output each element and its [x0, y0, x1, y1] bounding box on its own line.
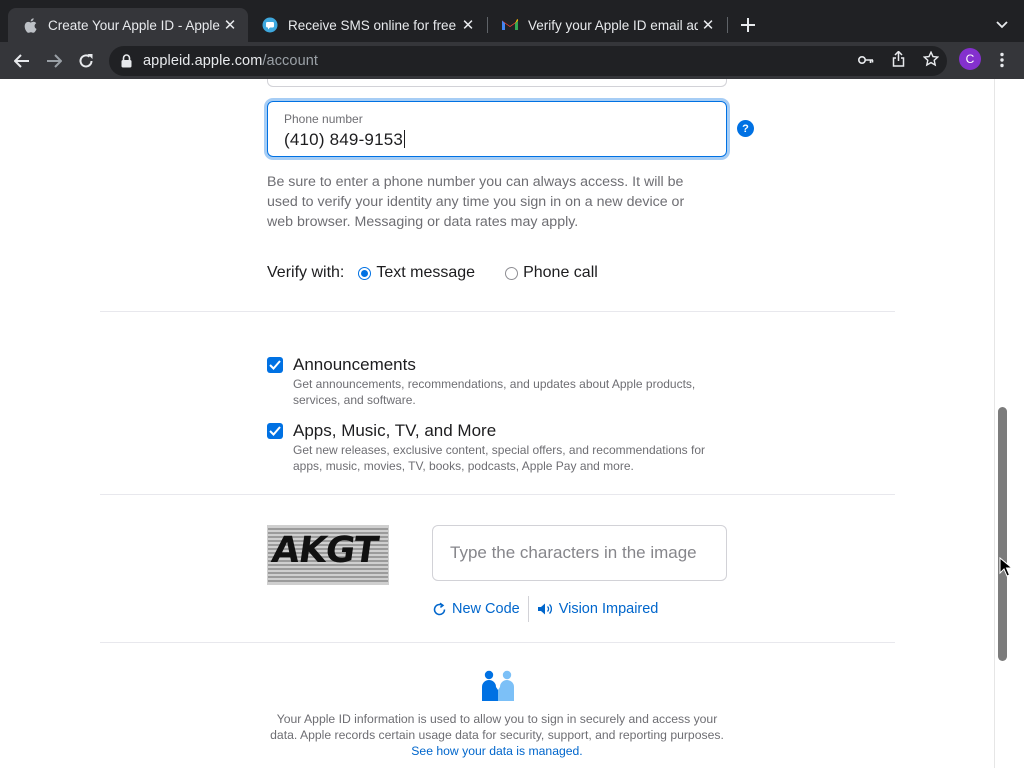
gmail-icon — [502, 17, 518, 33]
close-tab-icon[interactable]: ✕ — [458, 15, 478, 35]
apps-music-tv-checkbox[interactable] — [267, 423, 283, 439]
omnibox-actions — [857, 46, 940, 76]
refresh-icon — [433, 602, 446, 615]
radio-selected-icon[interactable] — [358, 266, 372, 280]
new-tab-icon[interactable] — [737, 14, 759, 36]
reload-icon[interactable] — [73, 48, 99, 74]
password-key-icon[interactable] — [857, 52, 874, 70]
profile-avatar[interactable]: C — [959, 48, 981, 70]
captcha-image: AKGT — [267, 525, 389, 585]
close-tab-icon[interactable]: ✕ — [220, 15, 240, 35]
close-tab-icon[interactable]: ✕ — [698, 15, 718, 35]
privacy-notice: Your Apple ID information is used to all… — [270, 711, 724, 759]
tab-title: Create Your Apple ID - Apple — [48, 17, 220, 33]
checkmark-icon — [269, 426, 281, 436]
data-management-link[interactable]: See how your data is managed. — [411, 744, 582, 758]
url-path: /account — [262, 53, 319, 69]
tab-search-chevron-icon[interactable] — [992, 14, 1012, 36]
radio-phone-call[interactable]: Phone call — [505, 264, 598, 282]
checkmark-icon — [269, 360, 281, 370]
verify-with-row: Verify with: Text message Phone call — [267, 262, 598, 284]
radio-text-message-label[interactable]: Text message — [376, 264, 475, 282]
tab-strip: Create Your Apple ID - Apple ✕ Receive S… — [0, 0, 1024, 42]
mouse-cursor-icon — [999, 557, 1011, 577]
new-code-label[interactable]: New Code — [452, 601, 520, 617]
tab-create-apple-id[interactable]: Create Your Apple ID - Apple ✕ — [8, 8, 248, 42]
phone-number-label: Phone number — [284, 112, 363, 126]
section-divider — [100, 642, 895, 643]
browser-chrome: Create Your Apple ID - Apple ✕ Receive S… — [0, 0, 1024, 79]
link-separator — [527, 596, 529, 622]
radio-unselected-icon[interactable] — [505, 266, 519, 280]
captcha-input[interactable] — [450, 543, 726, 563]
forward-icon[interactable] — [41, 48, 67, 74]
data-privacy-handshake-icon — [482, 670, 514, 701]
tab-verify-email[interactable]: Verify your Apple ID email addr ✕ — [488, 8, 726, 42]
tab-separator — [727, 17, 728, 33]
phone-number-value: (410) 849-9153 — [284, 130, 404, 149]
radio-phone-call-label[interactable]: Phone call — [523, 264, 598, 282]
captcha-field[interactable] — [432, 525, 727, 581]
tab-title: Receive SMS online for free | T — [288, 17, 458, 33]
url-host: appleid.apple.com — [143, 53, 263, 69]
announcements-label[interactable]: Announcements — [293, 355, 416, 375]
tab-title: Verify your Apple ID email addr — [528, 17, 698, 33]
apps-music-tv-label[interactable]: Apps, Music, TV, and More — [293, 421, 496, 441]
radio-text-message[interactable]: Text message — [358, 264, 475, 282]
url-text: appleid.apple.com/account — [143, 53, 318, 69]
apps-music-tv-description: Get new releases, exclusive content, spe… — [293, 443, 705, 473]
address-bar[interactable]: appleid.apple.com/account — [109, 46, 947, 76]
previous-field-edge[interactable] — [267, 79, 727, 87]
vision-impaired-link[interactable]: Vision Impaired — [537, 601, 659, 617]
share-icon[interactable] — [892, 49, 905, 72]
phone-number-value-wrap: (410) 849-9153 — [284, 130, 406, 150]
announcements-checkbox[interactable] — [267, 357, 283, 373]
back-icon[interactable] — [9, 48, 35, 74]
browser-menu-icon[interactable] — [994, 50, 1010, 70]
sms-site-icon — [262, 17, 278, 33]
scrollbar-thumb[interactable] — [998, 407, 1007, 661]
browser-toolbar: appleid.apple.com/account — [0, 42, 1024, 79]
lock-icon[interactable] — [121, 54, 135, 68]
captcha-image-text: AKGT — [269, 530, 381, 571]
bookmark-star-icon[interactable] — [922, 50, 940, 72]
vision-impaired-label[interactable]: Vision Impaired — [559, 601, 659, 617]
help-icon[interactable]: ? — [737, 120, 754, 137]
phone-number-field[interactable]: Phone number (410) 849-9153 — [267, 101, 727, 157]
captcha-actions: New Code Vision Impaired — [432, 596, 659, 622]
tab-receive-sms[interactable]: Receive SMS online for free | T ✕ — [248, 8, 486, 42]
section-divider — [100, 494, 895, 495]
phone-hint-text: Be sure to enter a phone number you can … — [267, 174, 685, 230]
announcements-description: Get announcements, recommendations, and … — [293, 377, 696, 407]
section-divider — [100, 311, 895, 312]
text-caret — [404, 130, 406, 148]
new-code-link[interactable]: New Code — [432, 601, 520, 617]
verify-with-label: Verify with: — [267, 264, 345, 281]
privacy-text: Your Apple ID information is used to all… — [270, 712, 724, 742]
speaker-icon — [537, 603, 552, 615]
apple-icon — [22, 17, 38, 33]
